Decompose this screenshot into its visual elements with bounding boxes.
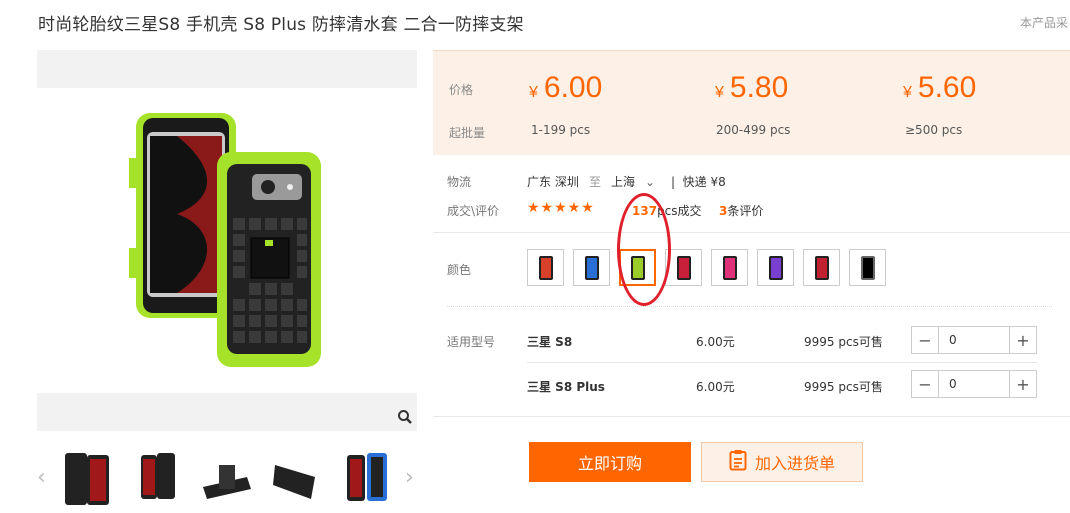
swatch-phone-thumb (768, 255, 783, 280)
main-product-image[interactable] (37, 88, 417, 393)
swatch-phone-thumb (860, 255, 875, 280)
review-count[interactable]: 3条评价 (719, 202, 763, 219)
swatch-phone-thumb (814, 255, 829, 280)
model-price: 6.00元 (696, 380, 735, 394)
model-stock: 9995 pcs可售 (804, 335, 883, 349)
models-label: 适用型号 (447, 335, 496, 349)
gallery-top-bar (37, 50, 417, 88)
thumbnail[interactable] (267, 447, 327, 509)
quantity-stepper: − 0 + (911, 326, 1037, 354)
divider (447, 306, 1052, 307)
color-swatch[interactable] (849, 249, 886, 286)
model-name: 三星 S8 (527, 335, 573, 349)
thumb-prev-icon[interactable]: ‹ (37, 465, 46, 490)
color-swatch[interactable] (573, 249, 610, 286)
gallery-bottom-bar (37, 393, 417, 431)
tier-range: 200-499 pcs (716, 123, 791, 137)
thumbnail[interactable] (337, 447, 397, 509)
model-stock: 9995 pcs可售 (804, 380, 883, 394)
swatch-phone-thumb (538, 255, 553, 280)
thumbnail-strip: ‹ › (37, 447, 422, 512)
annotation-circle (617, 193, 671, 306)
tier-price: ¥5.60 (903, 71, 977, 104)
model-price: 6.00元 (696, 335, 735, 349)
quantity-input[interactable]: 0 (938, 327, 1010, 353)
ship-to-word: 至 (589, 175, 602, 189)
chevron-down-icon: ⌄ (645, 175, 656, 189)
shipping-method: | 快递 ¥8 (671, 175, 726, 189)
thumbnail[interactable] (57, 447, 117, 509)
ship-from: 广东 深圳 (527, 175, 579, 189)
rating-stars: ★★★★★ (527, 200, 595, 216)
thumb-next-icon[interactable]: › (405, 465, 414, 490)
minus-button[interactable]: − (912, 327, 938, 353)
clipboard-icon (729, 449, 747, 475)
tier-range: ≥500 pcs (905, 123, 963, 137)
moq-label: 起批量 (449, 126, 486, 140)
divider (433, 416, 1070, 417)
swatch-phone-thumb (722, 255, 737, 280)
corner-note: 本产品采 (1020, 16, 1069, 30)
divider (527, 362, 1037, 363)
tier-range: 1-199 pcs (531, 123, 591, 137)
tier-price: ¥6.00 (529, 71, 603, 104)
ship-to-select[interactable]: 上海 ⌄ (611, 173, 655, 190)
color-swatch[interactable] (711, 249, 748, 286)
deals-label: 成交\评价 (447, 204, 500, 218)
minus-button[interactable]: − (912, 371, 938, 397)
thumbnail[interactable] (197, 447, 257, 509)
color-swatch[interactable] (757, 249, 794, 286)
model-name: 三星 S8 Plus (527, 380, 605, 394)
product-title: 时尚轮胎纹三星S8 手机壳 S8 Plus 防摔清水套 二合一防摔支架 (38, 15, 524, 35)
tier-price: ¥5.80 (715, 71, 789, 104)
color-swatch[interactable] (803, 249, 840, 286)
swatch-phone-thumb (584, 255, 599, 280)
thumbnail[interactable] (127, 447, 187, 509)
swatch-phone-thumb (676, 255, 691, 280)
add-to-cart-button[interactable]: 加入进货单 (701, 442, 863, 482)
logistics-label: 物流 (447, 175, 472, 189)
zoom-icon[interactable] (397, 409, 413, 429)
buy-now-button[interactable]: 立即订购 (529, 442, 691, 482)
price-panel: 价格 起批量 ¥6.00 1-199 pcs ¥5.80 200-499 pcs… (433, 50, 1070, 155)
phone-case-illustration (129, 113, 321, 367)
plus-button[interactable]: + (1010, 327, 1036, 353)
quantity-stepper: − 0 + (911, 370, 1037, 398)
quantity-input[interactable]: 0 (938, 371, 1010, 397)
price-label: 价格 (449, 83, 474, 97)
color-swatch[interactable] (527, 249, 564, 286)
divider (433, 232, 1070, 233)
color-label: 颜色 (447, 263, 472, 277)
plus-button[interactable]: + (1010, 371, 1036, 397)
